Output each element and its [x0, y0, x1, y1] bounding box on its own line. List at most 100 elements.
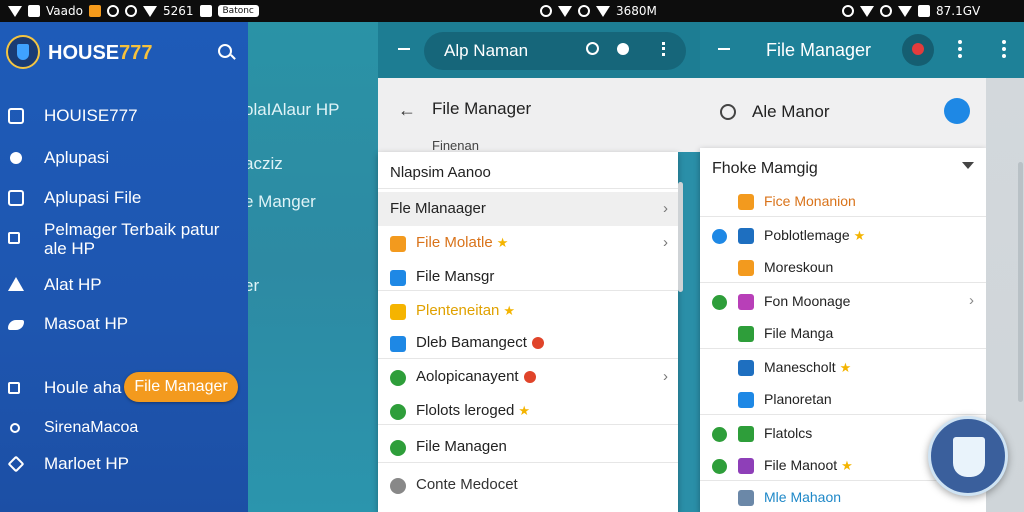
search-icon[interactable] — [586, 42, 599, 55]
file-icon — [390, 336, 406, 352]
battery-icon — [918, 5, 930, 17]
list-item-label: Mle Mahaon — [764, 489, 841, 505]
list-item-text: Dleb Bamangect — [416, 334, 527, 351]
file-icon — [390, 270, 406, 286]
drawer-item-house777[interactable]: HOUISE777 — [0, 104, 248, 128]
chevron-right-icon: › — [663, 234, 668, 251]
list-item-label: Conte Medocet — [416, 476, 518, 493]
divider — [378, 188, 678, 189]
brand-title: HOUSE777 — [48, 42, 153, 65]
divider — [700, 414, 986, 415]
file-icon — [738, 458, 754, 474]
status-chip: Batonc — [217, 5, 259, 17]
divider — [700, 216, 986, 217]
list-item[interactable]: Fon Moonage › — [700, 286, 986, 318]
middle-dropdown-list: Nlapsim Aanoo Fle Mlanaager › File Molatle ★… — [378, 152, 678, 512]
drawer-item-alat-hp[interactable]: Alat HP — [0, 273, 248, 297]
list-item-label: Fle Mlanaager — [390, 200, 486, 217]
list-item-text: Flatolcs — [764, 425, 813, 441]
drawer-item-masoat-hp[interactable]: Masoat HP — [0, 312, 248, 336]
status-bar: Vaado 5261 Batonc 3680M 87.1GV — [0, 0, 1024, 22]
list-item-text: Fice Monanion — [764, 193, 856, 209]
search-bar[interactable]: Alp Naman — [424, 32, 686, 70]
menu-icon[interactable] — [718, 48, 730, 50]
middle-header: ← File Manager Finenan — [378, 78, 700, 153]
list-item[interactable]: Conte Medocet — [378, 468, 678, 502]
status-segment-right: 87.1GV — [842, 0, 980, 22]
file-icon — [390, 404, 406, 420]
list-item[interactable]: Poblotlemage ★ — [700, 220, 986, 252]
drawer-item-pelmager[interactable]: Pelmager Terbaik patur ale HP — [0, 220, 248, 260]
list-item[interactable]: Moreskoun — [700, 252, 986, 284]
chevron-down-icon[interactable] — [962, 162, 974, 169]
chevron-right-icon: › — [663, 200, 668, 217]
app-shield-badge-icon[interactable] — [928, 416, 1008, 496]
search-input[interactable]: Alp Naman — [444, 41, 528, 61]
chat-bubble-icon[interactable] — [944, 98, 970, 124]
pin-icon[interactable] — [902, 34, 934, 66]
middle-toolbar: Alp Naman — [378, 22, 700, 78]
background-text: e Manger — [244, 192, 316, 211]
list-item[interactable]: Dleb Bamangect — [378, 326, 678, 360]
list-item-label: File Manga — [764, 325, 833, 341]
more-vert-icon[interactable] — [958, 40, 962, 58]
list-item-label: Planoretan — [764, 391, 832, 407]
wifi-icon — [142, 5, 157, 17]
gear-icon[interactable] — [617, 43, 629, 55]
list-item[interactable]: File Molatle ★ › — [378, 226, 678, 260]
square-icon — [8, 232, 20, 244]
list-item[interactable]: Plenteneitan ★ — [378, 294, 678, 328]
list-item-label: File Molatle ★ — [416, 234, 508, 251]
list-item-text: File Mansgr — [416, 268, 495, 285]
back-arrow-icon[interactable]: ← — [398, 100, 416, 121]
list-item[interactable]: Fle Mlanaager › — [378, 192, 678, 226]
list-item[interactable]: Nlapsim Aanoo — [378, 156, 678, 190]
file-icon — [390, 304, 406, 320]
drawer-item-aplupasi-file[interactable]: Aplupasi File — [0, 186, 248, 210]
list-item[interactable]: Flolots leroged ★ — [378, 394, 678, 428]
page-title: File Manager — [432, 99, 532, 118]
list-item[interactable]: Fice Monanion — [700, 186, 986, 218]
dot-icon — [10, 423, 20, 433]
drawer-item-marloet-hp[interactable]: Marloet HP — [0, 452, 248, 476]
page-title: Ale Manor — [752, 102, 830, 121]
drawer-item-aplupasi[interactable]: Aplupasi — [0, 146, 248, 170]
drawer-item-label: Marloet HP — [44, 454, 130, 473]
list-item[interactable]: Aolopicanayent › — [378, 360, 678, 394]
person-icon — [10, 152, 22, 164]
list-item[interactable]: Manescholt ★ — [700, 352, 986, 384]
file-manager-pill-button[interactable]: File Manager — [124, 372, 238, 402]
file-icon — [738, 326, 754, 342]
check-circle-icon — [712, 229, 727, 244]
status-clock: 3680M — [616, 4, 657, 18]
menu-icon[interactable] — [398, 48, 410, 50]
scrollbar[interactable] — [1018, 162, 1023, 402]
file-icon — [738, 392, 754, 408]
star-icon: ★ — [839, 360, 852, 375]
drawer-item-sirenamacoa[interactable]: SirenaMacoa — [0, 416, 248, 440]
list-item[interactable]: File Managen — [378, 430, 678, 464]
group-title[interactable]: Fhoke Mamgig — [712, 160, 818, 178]
star-icon: ★ — [518, 403, 531, 418]
scrollbar[interactable] — [678, 182, 683, 292]
list-item[interactable]: Planoretan — [700, 384, 986, 416]
status-clock: 5261 — [162, 4, 194, 18]
list-item-text: File Manga — [764, 325, 834, 341]
drawer-item-label: Houle aha — [44, 378, 122, 397]
file-icon — [738, 228, 754, 244]
sync-icon — [106, 5, 119, 17]
chevron-right-icon: › — [969, 292, 974, 309]
file-icon — [738, 260, 754, 276]
list-item-text: Planoretan — [764, 391, 832, 407]
list-item[interactable]: File Manga — [700, 318, 986, 350]
house777-logo — [6, 35, 40, 69]
page-subtitle: Finenan — [432, 138, 479, 153]
more-vert-icon[interactable] — [1002, 40, 1006, 58]
more-vert-icon[interactable] — [662, 42, 665, 56]
file-icon — [390, 440, 406, 456]
list-item[interactable]: File Mansgr — [378, 260, 678, 294]
search-icon[interactable] — [218, 44, 232, 58]
list-item-label: File Mansgr — [416, 268, 494, 285]
drawer-item-label: SirenaMacoa — [44, 419, 139, 436]
status-segment-middle: 3680M — [540, 0, 657, 22]
